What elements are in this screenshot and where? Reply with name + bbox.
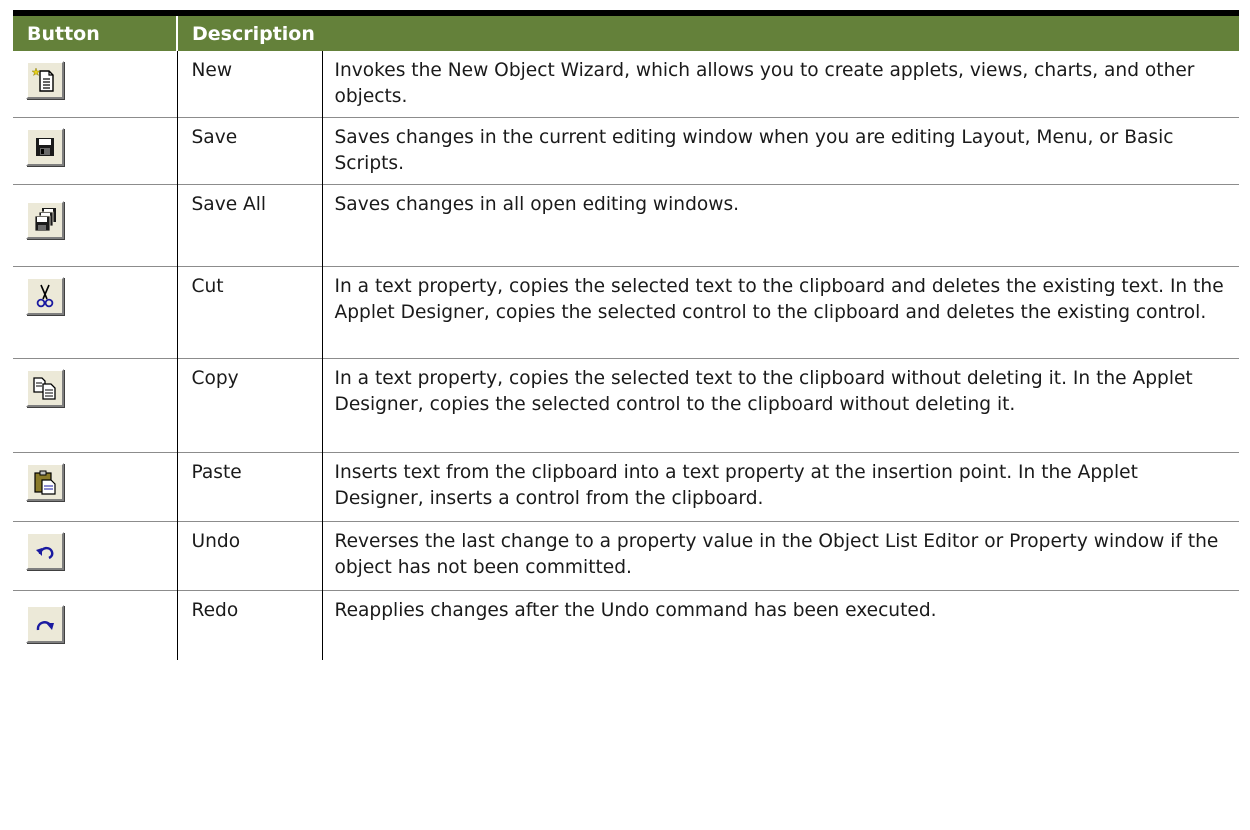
- header-button: Button: [13, 16, 178, 51]
- undo-icon: [36, 546, 54, 559]
- button-name: New: [176, 51, 322, 117]
- copy-button[interactable]: [26, 368, 64, 407]
- table-row: Save All Saves changes in all open editi…: [13, 183, 1240, 266]
- button-description: Reverses the last change to a property v…: [321, 520, 1240, 590]
- redo-button[interactable]: [26, 604, 64, 643]
- new-icon: [31, 67, 54, 92]
- new-button[interactable]: [26, 61, 64, 99]
- button-name: Undo: [176, 520, 322, 590]
- button-name: Redo: [176, 589, 322, 660]
- button-name: Paste: [176, 451, 322, 521]
- paste-button[interactable]: [26, 462, 64, 501]
- button-name: Save: [176, 116, 322, 184]
- cut-button[interactable]: [26, 276, 64, 315]
- table-row: Cut In a text property, copies the selec…: [13, 265, 1240, 358]
- table-row: Save Saves changes in the current editin…: [13, 116, 1240, 184]
- table-row: Copy In a text property, copies the sele…: [13, 357, 1240, 452]
- table-row: New Invokes the New Object Wizard, which…: [13, 51, 1240, 117]
- paste-icon: [34, 470, 56, 495]
- button-description: Invokes the New Object Wizard, which all…: [321, 51, 1240, 117]
- button-name: Save All: [176, 183, 322, 266]
- save-button[interactable]: [26, 127, 64, 166]
- button-description: Saves changes in the current editing win…: [321, 116, 1240, 184]
- button-name: Cut: [176, 265, 322, 358]
- toolbar-buttons-table: Button Description New Invokes the New O…: [13, 16, 1240, 660]
- button-description: Saves changes in all open editing window…: [321, 183, 1240, 266]
- button-description: In a text property, copies the selected …: [321, 265, 1240, 358]
- table-header-row: Button Description: [13, 16, 1240, 51]
- save-all-button[interactable]: [26, 200, 64, 239]
- redo-icon: [36, 620, 54, 630]
- button-name: Copy: [176, 357, 322, 452]
- table-row: Redo Reapplies changes after the Undo co…: [13, 589, 1240, 660]
- copy-icon: [33, 376, 56, 400]
- button-description: Inserts text from the clipboard into a t…: [321, 451, 1240, 521]
- table-row: Paste Inserts text from the clipboard in…: [13, 451, 1240, 521]
- button-description: Reapplies changes after the Undo command…: [321, 589, 1240, 660]
- button-description: In a text property, copies the selected …: [321, 357, 1240, 452]
- cut-icon: [36, 284, 54, 307]
- undo-button[interactable]: [26, 531, 64, 570]
- save-all-icon: [34, 207, 56, 231]
- table-row: Undo Reverses the last change to a prope…: [13, 520, 1240, 590]
- save-icon: [36, 137, 54, 156]
- header-description: Description: [177, 16, 1240, 51]
